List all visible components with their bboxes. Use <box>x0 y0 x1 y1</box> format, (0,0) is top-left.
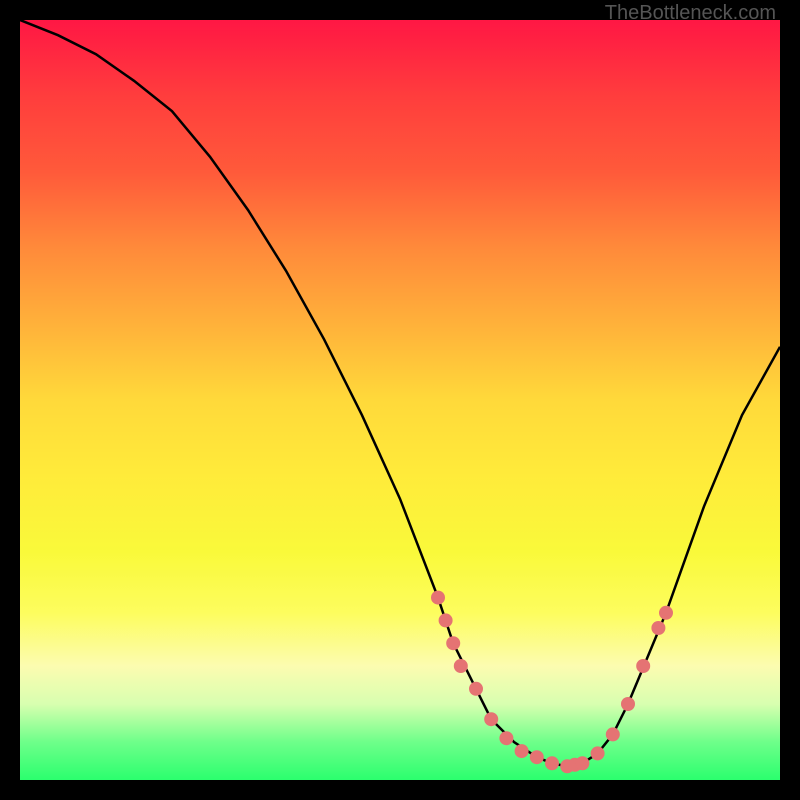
data-marker <box>469 682 483 696</box>
bottleneck-curve <box>20 20 780 766</box>
data-marker <box>515 744 529 758</box>
data-marker <box>575 756 589 770</box>
chart-svg <box>20 20 780 780</box>
watermark-text: TheBottleneck.com <box>605 2 776 25</box>
data-marker <box>530 750 544 764</box>
data-marker <box>431 591 445 605</box>
data-marker <box>591 746 605 760</box>
data-marker <box>484 712 498 726</box>
data-marker <box>545 756 559 770</box>
data-marker <box>499 731 513 745</box>
data-marker <box>621 697 635 711</box>
data-marker <box>446 636 460 650</box>
data-marker <box>439 613 453 627</box>
data-marker <box>651 621 665 635</box>
data-marker <box>659 606 673 620</box>
data-marker <box>454 659 468 673</box>
data-marker <box>636 659 650 673</box>
data-marker <box>606 727 620 741</box>
chart-container: TheBottleneck.com <box>0 0 800 800</box>
